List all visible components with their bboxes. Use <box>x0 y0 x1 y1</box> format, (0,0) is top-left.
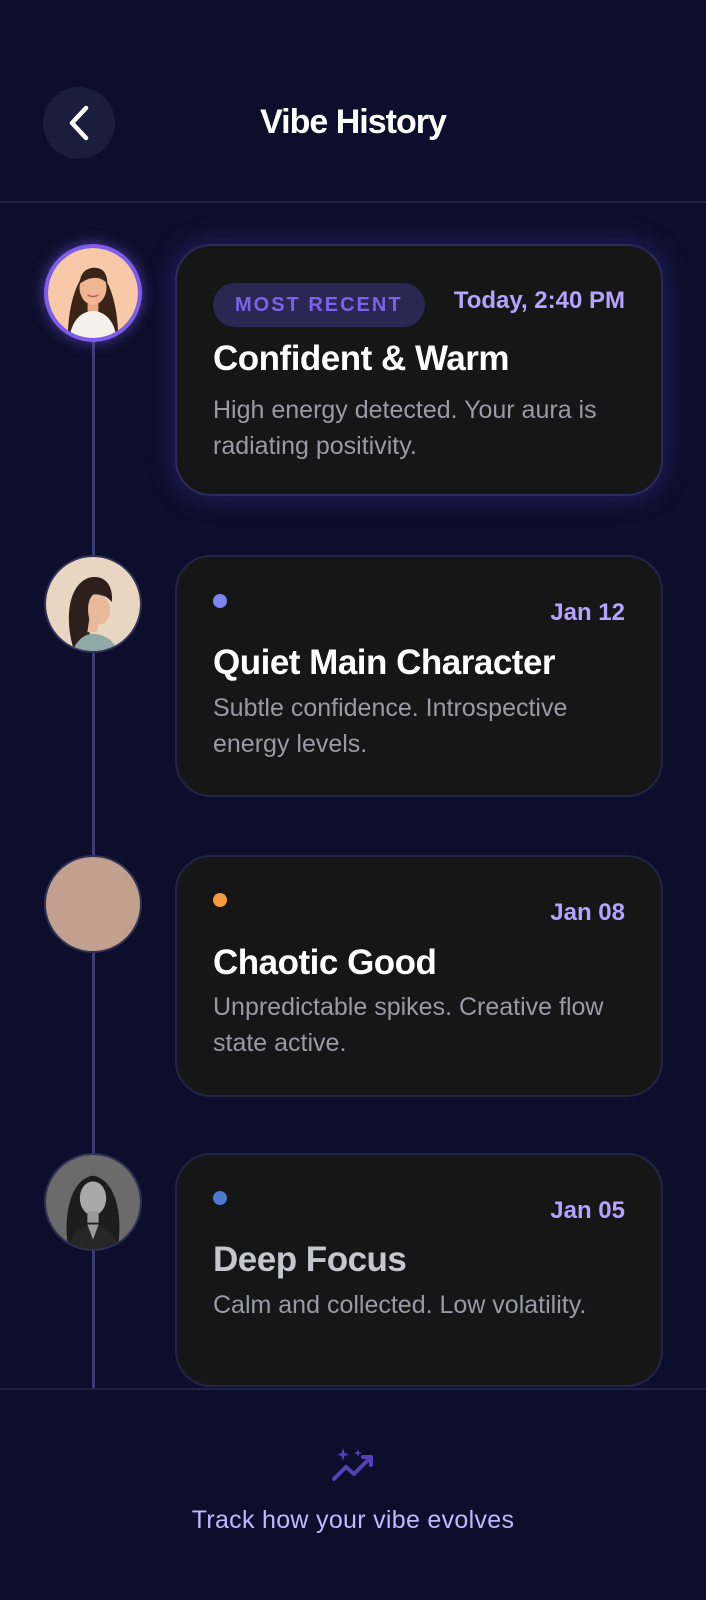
trending-sparkle-icon <box>332 1448 373 1481</box>
vibe-card[interactable]: Jan 05 Deep Focus Calm and collected. Lo… <box>175 1153 663 1387</box>
entry-date: Jan 08 <box>550 899 625 926</box>
entry-description: Subtle confidence. Introspective energy … <box>213 694 568 758</box>
entry-description: Unpredictable spikes. Creative flow stat… <box>213 993 604 1057</box>
entry-date: Jan 05 <box>550 1197 625 1224</box>
footer: Track how your vibe evolves <box>0 1388 706 1600</box>
vibe-card[interactable]: Jan 08 Chaotic Good Unpredictable spikes… <box>175 855 663 1097</box>
entry-title: Chaotic Good <box>213 943 437 982</box>
avatar <box>44 555 142 653</box>
footer-text: Track how your vibe evolves <box>191 1506 515 1534</box>
page-title: Vibe History <box>260 103 447 141</box>
vibe-card[interactable]: MOST RECENT Today, 2:40 PM Confident & W… <box>175 244 663 496</box>
entry-date: Jan 12 <box>550 599 625 626</box>
avatar <box>44 1153 142 1251</box>
entry-date: Today, 2:40 PM <box>453 287 625 314</box>
header: Vibe History <box>0 0 706 203</box>
entry-title: Quiet Main Character <box>213 643 556 682</box>
entry-description: High energy detected. Your aura is radia… <box>213 396 597 460</box>
status-dot <box>213 893 227 907</box>
entry-title: Deep Focus <box>213 1240 407 1279</box>
entry-title: Confident & Warm <box>213 339 509 378</box>
entry-description: Calm and collected. Low volatility. <box>213 1291 587 1319</box>
vibe-card[interactable]: Jan 12 Quiet Main Character Subtle confi… <box>175 555 663 797</box>
status-dot <box>213 594 227 608</box>
status-dot <box>213 1191 227 1205</box>
most-recent-badge: MOST RECENT <box>213 283 425 327</box>
avatar <box>44 855 142 953</box>
avatar <box>44 244 142 342</box>
